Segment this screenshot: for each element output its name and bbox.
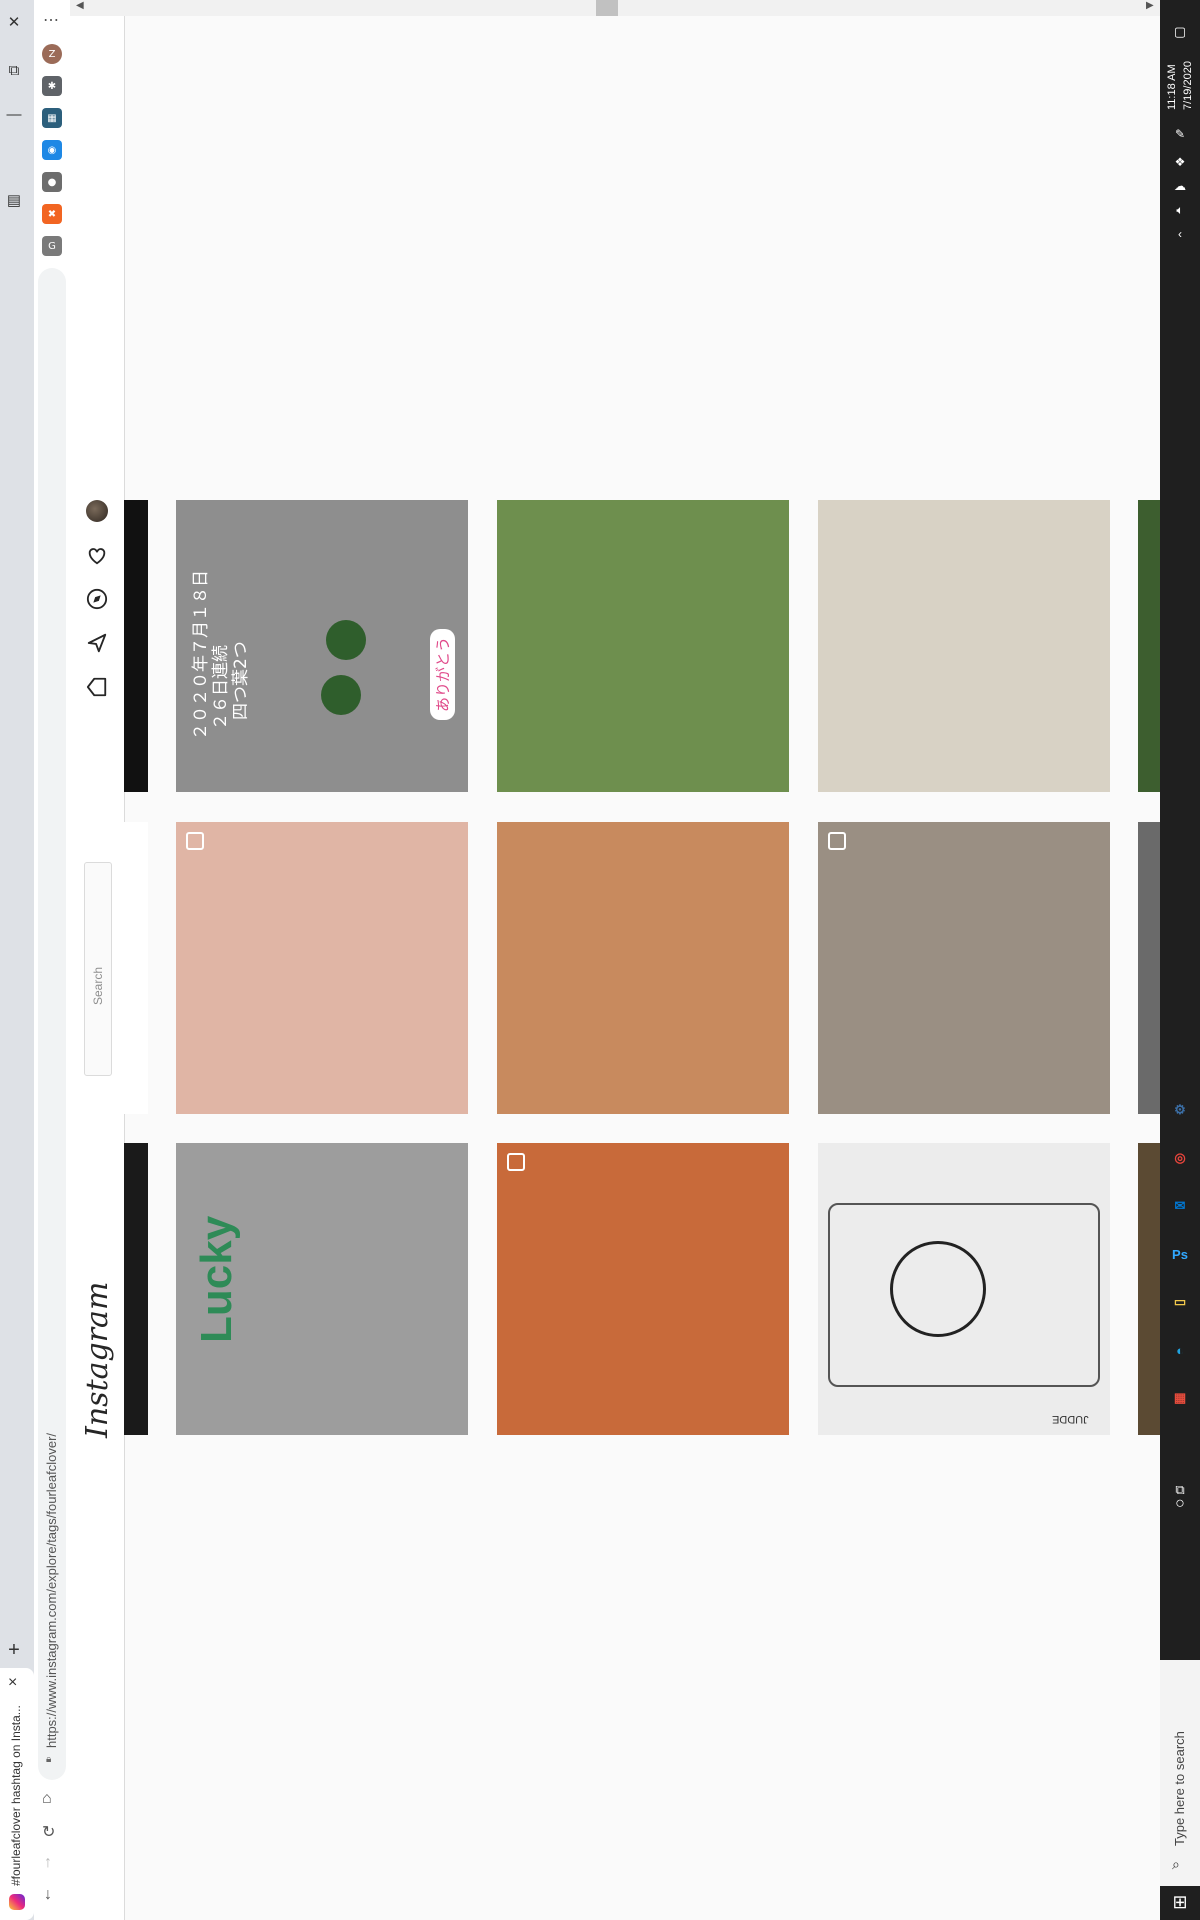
- horizontal-scrollbar[interactable]: ◀ ▶: [70, 0, 1160, 16]
- post-four-leaf-clover-closeup[interactable]: [818, 500, 1110, 792]
- new-tab-button[interactable]: +: [0, 1636, 28, 1664]
- edge-icon[interactable]: ◐: [1168, 1338, 1192, 1362]
- clover-drawing: [890, 1241, 986, 1337]
- explore-icon[interactable]: [84, 586, 110, 612]
- artist-signature: JUDDE: [1052, 1413, 1089, 1425]
- clock-date[interactable]: 7/19/2020: [1182, 61, 1194, 110]
- minimize-icon[interactable]: —: [0, 100, 28, 128]
- tab-title: #fourleafclover hashtag on Insta...: [9, 1705, 23, 1886]
- notification-icon[interactable]: ▢: [1168, 20, 1192, 44]
- home-icon[interactable]: [84, 674, 110, 700]
- close-tab-icon[interactable]: ×: [8, 1674, 17, 1692]
- url-text: https://www.instagram.com/explore/tags/f…: [44, 1432, 59, 1748]
- multi-post-icon: [507, 1153, 525, 1171]
- scrollbar-thumb[interactable]: [596, 0, 618, 16]
- post-child-orange-shirt[interactable]: [497, 1143, 789, 1435]
- clover-leaf-shape: [326, 620, 366, 660]
- back-icon[interactable]: ↓: [44, 1886, 52, 1904]
- taskbar-search-placeholder: Type here to search: [1172, 1731, 1187, 1846]
- address-bar[interactable]: https://www.instagram.com/explore/tags/f…: [38, 268, 66, 1780]
- partial-post-right-1[interactable]: [1138, 500, 1160, 792]
- partial-post-left-2[interactable]: [124, 822, 148, 1114]
- volume-icon[interactable]: 🔈︎: [1168, 198, 1192, 222]
- windows-taskbar: ▢ 11:18 AM 7/19/2020 ✎ ❖ ☁ 🔈︎ ‹ ⚙ ◎ ✉ Ps ▭ ◐ ▦…: [1160, 0, 1200, 1920]
- instagram-logo[interactable]: Instagram: [80, 1282, 115, 1438]
- browser-tab-strip: ✕ ⧉ — ▤ + #fourleafclover hashtag on Ins…: [0, 0, 34, 1920]
- lucky-caption: Lucky: [192, 1215, 241, 1343]
- post-clover-sunlit-hand[interactable]: [497, 822, 789, 1114]
- post-clover-japanese-card[interactable]: ２０２０年７月１８日 ２６日連続 四つ葉2つ ありがとう: [176, 500, 468, 792]
- chevron-icon[interactable]: ‹: [1168, 222, 1192, 246]
- overlay-text-line: 四つ葉2つ: [231, 641, 251, 720]
- pen-icon[interactable]: ✎: [1168, 122, 1192, 146]
- extension-grey[interactable]: ●: [42, 172, 62, 192]
- thanks-sticker: ありがとう: [430, 628, 455, 720]
- tab-instagram[interactable]: #fourleafclover hashtag on Insta... ×: [0, 1668, 34, 1920]
- extension-orange[interactable]: ✖: [42, 204, 62, 224]
- multi-post-icon: [828, 832, 846, 850]
- search-input[interactable]: Search: [84, 862, 112, 1076]
- photoshop-icon[interactable]: Ps: [1168, 1242, 1192, 1266]
- extensions-puzzle-icon[interactable]: ✱: [42, 76, 62, 96]
- instagram-nav: Search Instagram: [70, 0, 125, 1920]
- cortana-icon[interactable]: ○: [1168, 1492, 1192, 1516]
- onedrive-icon[interactable]: ☁: [1168, 174, 1192, 198]
- taskbar-search-box[interactable]: Type here to search ⌕: [1160, 1660, 1200, 1886]
- post-clover-ink-drawing[interactable]: JUDDE: [818, 1143, 1110, 1435]
- home-button-icon[interactable]: ⌂: [42, 1790, 52, 1808]
- forward-icon: ↑: [44, 1854, 52, 1871]
- post-lucky-clover-earring[interactable]: Lucky: [176, 1143, 468, 1435]
- multi-post-icon: [186, 832, 204, 850]
- close-icon[interactable]: ✕: [0, 8, 28, 36]
- partial-post-right-3[interactable]: [1138, 1143, 1160, 1435]
- lock-icon: 🔒︎: [46, 1754, 52, 1765]
- search-placeholder: Search: [91, 966, 105, 1005]
- outlook-icon[interactable]: ✉: [1168, 1194, 1192, 1218]
- extension-chart[interactable]: ▦: [42, 108, 62, 128]
- post-person-umbrella-clover-field[interactable]: [497, 500, 789, 792]
- windows-start-icon[interactable]: ⊞: [1168, 1890, 1192, 1914]
- activity-icon[interactable]: [84, 542, 110, 568]
- instagram-favicon: [9, 1894, 25, 1910]
- tab-actions-icon[interactable]: ▤: [0, 186, 28, 214]
- profile-avatar[interactable]: Z: [42, 44, 62, 64]
- direct-icon[interactable]: [84, 630, 110, 656]
- clock-time[interactable]: 11:18 AM: [1166, 64, 1178, 110]
- scroll-right-icon[interactable]: ▶: [1146, 0, 1154, 11]
- menu-icon[interactable]: ⋯: [43, 10, 59, 30]
- post-clover-pendant-hand[interactable]: [176, 822, 468, 1114]
- partial-post-left-1[interactable]: [124, 500, 148, 792]
- profile-avatar[interactable]: [84, 498, 110, 524]
- chrome-icon[interactable]: ◎: [1168, 1146, 1192, 1170]
- search-icon: ⌕: [1172, 1856, 1180, 1872]
- partial-post-left-3[interactable]: [124, 1143, 148, 1435]
- extension-blue[interactable]: ◉: [42, 140, 62, 160]
- dropbox-icon[interactable]: ❖: [1168, 150, 1192, 174]
- clover-leaf-shape: [321, 675, 361, 715]
- reload-icon[interactable]: ↻: [42, 1822, 55, 1842]
- extension-g[interactable]: G: [42, 236, 62, 256]
- browser-toolbar: ⋯ Z ✱ ▦ ◉ ● ✖ G https://www.instagram.com/expl…: [34, 0, 71, 1920]
- office-icon[interactable]: ▦: [1168, 1386, 1192, 1410]
- restore-icon[interactable]: ⧉: [0, 56, 28, 84]
- post-beer-cans-clover[interactable]: [818, 822, 1110, 1114]
- partial-post-right-2[interactable]: [1138, 822, 1160, 1114]
- misc-app-icon[interactable]: ⚙: [1168, 1098, 1192, 1122]
- scroll-left-icon[interactable]: ◀: [76, 0, 84, 11]
- file-explorer-icon[interactable]: ▭: [1168, 1290, 1192, 1314]
